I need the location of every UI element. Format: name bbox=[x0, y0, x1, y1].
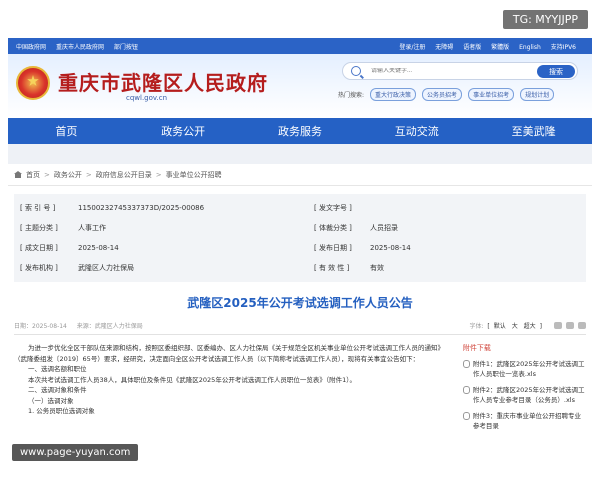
attachment-item[interactable]: 附件2：武隆区2025年公开考试选调工作人员专业参考目录（公务员）.xls bbox=[462, 385, 586, 405]
article-title: 武隆区2025年公开考试选调工作人员公告 bbox=[187, 296, 413, 310]
browser-viewport: 中国政府网 重庆市人民政府网 部门按钮 登录/注册 无障碍 语者版 繁體版 En… bbox=[8, 38, 592, 474]
font-size-large[interactable]: 大 bbox=[512, 323, 518, 330]
meta-value: 2025-08-14 bbox=[78, 244, 119, 252]
main-nav: 首页 政务公开 政务服务 互动交流 至美武隆 bbox=[8, 118, 592, 144]
hot-search: 热门搜索: 重大行政决策 公务员招考 事业单位招考 规划计划 bbox=[338, 88, 555, 101]
meta-value: 11500232745337373D/2025-00086 bbox=[78, 204, 205, 212]
topbar-right-links: 登录/注册 无障碍 语者版 繁體版 English 支持IPV6 bbox=[399, 42, 584, 51]
article-info-bar: 日期：2025-08-14 来源：武隆区人力社保局 字体: [默认 大 超大] bbox=[14, 321, 586, 335]
attachment-link[interactable]: 附件1：武隆区2025年公开考试选调工作人员职位一览表.xls bbox=[473, 359, 586, 379]
ipv6-label: 支持IPV6 bbox=[550, 43, 576, 51]
share-weibo-icon[interactable] bbox=[566, 322, 574, 329]
paragraph: 一、选调名额和职位 bbox=[28, 365, 87, 373]
meta-row: [ 成文日期 ] 2025-08-14 [ 发布日期 ] 2025-08-14 bbox=[14, 238, 586, 258]
search-icon bbox=[351, 66, 361, 76]
top-utility-bar: 中国政府网 重庆市人民政府网 部门按钮 登录/注册 无障碍 语者版 繁體版 En… bbox=[8, 38, 592, 54]
attachment-icon bbox=[462, 360, 470, 368]
paragraph: 1. 公务员职位选调对象 bbox=[28, 407, 95, 415]
nav-gov-affairs[interactable]: 政务公开 bbox=[125, 123, 242, 139]
meta-label: [ 索 引 号 ] bbox=[20, 204, 56, 212]
article-body: 为进一步优化全区干部队伍来源和结构，按照区委组织部、区委编办、区人力社保局《关于… bbox=[14, 343, 451, 437]
breadcrumb: 首页 > 政务公开 > 政府信息公开目录 > 事业单位公开招聘 bbox=[8, 164, 592, 186]
site-domain: cqwl.gov.cn bbox=[126, 94, 168, 102]
meta-row: [ 主题分类 ] 人事工作 [ 体裁分类 ] 人员招录 bbox=[14, 218, 586, 238]
search-button[interactable]: 搜索 bbox=[537, 65, 575, 78]
breadcrumb-info-catalog[interactable]: 政府信息公开目录 bbox=[96, 170, 152, 180]
meta-value: 武隆区人力社保局 bbox=[78, 264, 134, 272]
home-icon bbox=[14, 171, 22, 178]
attachment-panel: 附件下载 附件1：武隆区2025年公开考试选调工作人员职位一览表.xls 附件2… bbox=[462, 343, 586, 437]
font-size-default[interactable]: 默认 bbox=[494, 323, 506, 330]
font-size-label: 字体: bbox=[469, 323, 484, 330]
article-content: 为进一步优化全区干部队伍来源和结构，按照区委组织部、区委编办、区人力社保局《关于… bbox=[14, 343, 586, 437]
national-emblem-icon bbox=[16, 66, 50, 100]
nav-wulong[interactable]: 至美武隆 bbox=[475, 123, 592, 139]
section-gap bbox=[8, 144, 592, 164]
breadcrumb-home[interactable]: 首页 bbox=[26, 170, 40, 180]
meta-value: 人员招录 bbox=[370, 224, 398, 232]
watermark-bottom: www.page-yuyan.com bbox=[12, 444, 139, 461]
paragraph: （一）选调对象 bbox=[28, 396, 74, 405]
article-source: 来源：武隆区人力社保局 bbox=[76, 323, 143, 330]
meta-label: [ 发文字号 ] bbox=[314, 204, 352, 212]
share-wechat-icon[interactable] bbox=[554, 322, 562, 329]
link-english[interactable]: English bbox=[519, 44, 541, 51]
nav-home[interactable]: 首页 bbox=[8, 123, 125, 139]
attachment-icon bbox=[462, 412, 470, 420]
article-tools: 字体: [默认 大 超大] bbox=[469, 321, 586, 330]
link-cq-gov[interactable]: 重庆市人民政府网 bbox=[56, 44, 104, 51]
nav-gov-services[interactable]: 政务服务 bbox=[242, 123, 359, 139]
share-qq-icon[interactable] bbox=[578, 322, 586, 329]
meta-row: [ 索 引 号 ] 11500232745337373D/2025-00086 … bbox=[14, 198, 586, 218]
meta-label: [ 成文日期 ] bbox=[20, 244, 58, 252]
link-gov-cn[interactable]: 中国政府网 bbox=[16, 44, 46, 51]
attachment-link[interactable]: 附件3：重庆市事业单位公开招聘专业参考目录 bbox=[473, 411, 586, 431]
link-traditional[interactable]: 繁體版 bbox=[491, 44, 509, 51]
search-input[interactable] bbox=[371, 68, 521, 74]
meta-value: 人事工作 bbox=[78, 224, 106, 232]
meta-label: [ 主题分类 ] bbox=[20, 224, 58, 232]
breadcrumb-gov-affairs[interactable]: 政务公开 bbox=[54, 170, 82, 180]
hot-tag-civil-servant[interactable]: 公务员招考 bbox=[422, 88, 463, 101]
paragraph: 为进一步优化全区干部队伍来源和结构，按照区委组织部、区委编办、区人力社保局《关于… bbox=[14, 344, 444, 363]
site-title[interactable]: 重庆市武隆区人民政府 bbox=[58, 67, 268, 96]
font-size-control: 字体: [默认 大 超大] bbox=[469, 323, 542, 330]
site-header: 重庆市武隆区人民政府 cqwl.gov.cn 搜索 热门搜索: 重大行政决策 公… bbox=[8, 54, 592, 118]
attachment-link[interactable]: 附件2：武隆区2025年公开考试选调工作人员专业参考目录（公务员）.xls bbox=[473, 385, 586, 405]
meta-label: [ 发布日期 ] bbox=[314, 244, 352, 252]
article-meta: 日期：2025-08-14 来源：武隆区人力社保局 bbox=[14, 321, 151, 330]
attachment-heading: 附件下载 bbox=[462, 344, 491, 352]
meta-label: [ 发布机构 ] bbox=[20, 264, 58, 272]
link-login[interactable]: 登录/注册 bbox=[399, 44, 425, 51]
meta-label: [ 体裁分类 ] bbox=[314, 224, 352, 232]
hot-search-label: 热门搜索: bbox=[338, 92, 365, 99]
document-meta-table: [ 索 引 号 ] 11500232745337373D/2025-00086 … bbox=[14, 194, 586, 282]
paragraph: 本次共考试选调工作人员38人，具体职位及条件见《武隆区2025年公开考试选调工作… bbox=[28, 375, 356, 384]
hot-tag-major-decision[interactable]: 重大行政决策 bbox=[370, 88, 417, 101]
link-department[interactable]: 部门按钮 bbox=[114, 44, 138, 51]
article-date: 日期：2025-08-14 bbox=[14, 323, 67, 330]
hot-tag-public-institution[interactable]: 事业单位招考 bbox=[468, 88, 515, 101]
hot-tag-planning[interactable]: 规划计划 bbox=[520, 88, 555, 101]
meta-value: 2025-08-14 bbox=[370, 244, 411, 252]
attachment-item[interactable]: 附件3：重庆市事业单位公开招聘专业参考目录 bbox=[462, 411, 586, 431]
topbar-left-links: 中国政府网 重庆市人民政府网 部门按钮 bbox=[16, 42, 146, 51]
paragraph: 二、选调对象和条件 bbox=[28, 386, 87, 394]
nav-interaction[interactable]: 互动交流 bbox=[358, 123, 475, 139]
attachment-item[interactable]: 附件1：武隆区2025年公开考试选调工作人员职位一览表.xls bbox=[462, 359, 586, 379]
search-box: 搜索 bbox=[342, 62, 578, 80]
meta-value: 有效 bbox=[370, 264, 384, 272]
breadcrumb-recruitment[interactable]: 事业单位公开招聘 bbox=[166, 170, 222, 180]
link-elder-version[interactable]: 语者版 bbox=[463, 44, 481, 51]
meta-label: [ 有 效 性 ] bbox=[314, 264, 350, 272]
font-size-xlarge[interactable]: 超大 bbox=[524, 323, 536, 330]
link-accessibility[interactable]: 无障碍 bbox=[435, 44, 453, 51]
meta-row: [ 发布机构 ] 武隆区人力社保局 [ 有 效 性 ] 有效 bbox=[14, 258, 586, 278]
attachment-icon bbox=[462, 386, 470, 394]
watermark-top: TG: MYYJJPP bbox=[502, 10, 588, 29]
